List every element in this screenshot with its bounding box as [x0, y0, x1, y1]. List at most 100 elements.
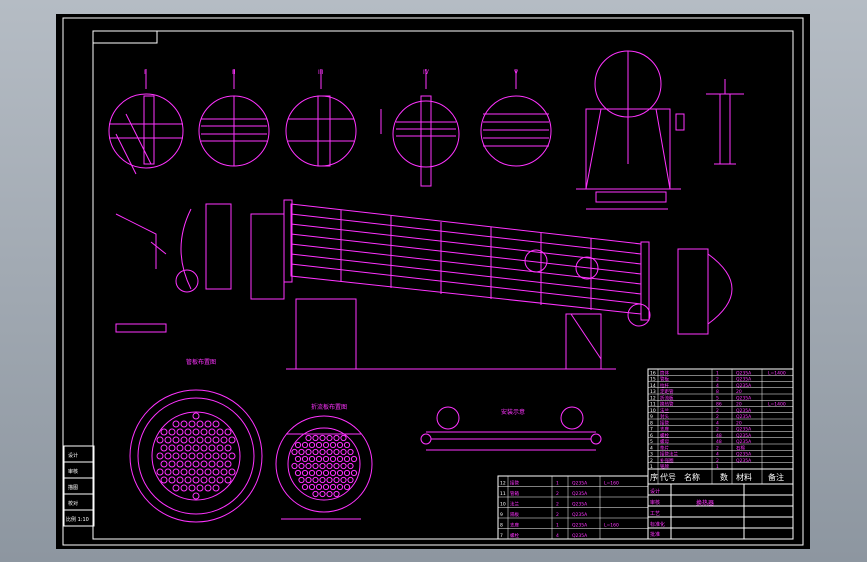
tube-hole: [312, 462, 319, 470]
tube-hole: [333, 476, 340, 484]
tube-sheet-layout: [129, 389, 263, 523]
tube-hole: [192, 492, 200, 500]
tube-hole: [343, 441, 351, 449]
tube-hole: [336, 483, 344, 491]
tube-hole: [228, 468, 236, 476]
saddle-support-view: [576, 50, 681, 210]
low-cell: 1: [556, 481, 559, 487]
detail-view-1: [108, 69, 184, 175]
low-cell: 8: [500, 523, 503, 529]
low-cell: 2: [556, 502, 559, 508]
tube-hole: [192, 460, 200, 468]
tube-hole: [326, 434, 333, 442]
tube-hole: [208, 460, 216, 468]
low-cell: 法兰: [510, 501, 519, 508]
tube-hole: [200, 460, 208, 468]
left-title-strip: 设计 审核 描图 校对 比例 1:10: [63, 445, 95, 527]
tube-hole: [301, 483, 309, 491]
tube-hole: [329, 469, 337, 477]
left-strip-3: 描图: [68, 484, 78, 491]
lower-parts-table: 12 接管 1 Q235A L=160 11 管箱 2 Q235A 10 法兰 2 Q235A 9 隔板 2 Q…: [497, 475, 649, 540]
tube-hole: [322, 469, 330, 477]
tube-hole: [204, 484, 212, 492]
tube-hole: [160, 444, 168, 452]
tube-hole: [196, 484, 204, 492]
tube-hole: [196, 436, 204, 444]
tube-hole: [343, 469, 351, 477]
tube-hole: [200, 476, 208, 484]
tube-hole: [208, 476, 216, 484]
tube-hole: [340, 448, 347, 456]
tube-hole: [208, 444, 216, 452]
bom-head-4: 材料: [736, 472, 752, 482]
tube-hole: [176, 428, 184, 436]
tube-hole: [228, 436, 236, 444]
tube-hole: [172, 452, 180, 460]
title-row-2: 工艺: [650, 511, 660, 517]
low-cell: L=160: [604, 523, 619, 529]
tube-hole: [176, 460, 184, 468]
tube-hole: [228, 452, 236, 460]
tube-hole: [315, 483, 323, 491]
tube-hole: [312, 490, 319, 498]
tube-hole: [315, 441, 323, 449]
tube-hole: [347, 476, 354, 484]
tube-hole: [298, 462, 305, 470]
tube-hole: [156, 452, 164, 460]
tube-hole: [308, 441, 316, 449]
drawing-canvas[interactable]: 管板布置图 折流板布置图 安装示意 设计 审核 描图 校对 比例 1:10 16…: [56, 14, 810, 549]
low-cell: 12: [500, 481, 506, 487]
tube-hole: [319, 434, 326, 442]
detail-label-3: III: [318, 69, 324, 76]
tube-hole: [168, 428, 176, 436]
low-cell: 螺栓: [510, 532, 519, 539]
tube-hole: [212, 436, 220, 444]
low-cell: Q235A: [572, 502, 588, 508]
detail-label-5: V: [514, 69, 519, 76]
tube-hole: [333, 490, 340, 498]
top-corner-box: [92, 30, 158, 44]
tube-hole: [208, 428, 216, 436]
low-cell: 支座: [510, 522, 519, 529]
tube-hole: [196, 452, 204, 460]
low-cell: 2: [556, 491, 559, 497]
tube-hole: [204, 420, 212, 428]
tube-hole: [322, 441, 330, 449]
tube-hole: [216, 476, 224, 484]
tube-hole: [224, 444, 232, 452]
tube-hole: [160, 460, 168, 468]
tube-hole: [319, 490, 326, 498]
tube-hole: [329, 483, 337, 491]
tube-hole: [188, 484, 196, 492]
left-strip-4: 校对: [68, 500, 78, 507]
tube-hole: [224, 476, 232, 484]
tube-hole: [212, 484, 220, 492]
tube-hole: [216, 444, 224, 452]
tube-hole: [298, 476, 305, 484]
tube-hole: [329, 455, 337, 463]
tube-hole: [298, 448, 305, 456]
tube-hole: [188, 436, 196, 444]
tube-hole: [224, 428, 232, 436]
detail-label-2: II: [232, 69, 236, 76]
detail-view-4: [380, 69, 460, 187]
bom-table: 16 筒体 1 Q235A L=140015 管板 2 Q235A14 拉杆 4 Q235A13 定距…: [647, 368, 794, 485]
tube-hole: [224, 460, 232, 468]
tube-hole: [188, 420, 196, 428]
tube-hole: [156, 436, 164, 444]
low-cell: 9: [500, 512, 503, 518]
tube-hole: [192, 476, 200, 484]
bracket-side-view: [675, 79, 744, 165]
tube-hole: [350, 469, 358, 477]
detail-view-5: [480, 69, 552, 167]
tube-hole: [200, 444, 208, 452]
tube-hole: [329, 441, 337, 449]
tube-hole: [184, 428, 192, 436]
tube-hole: [220, 468, 228, 476]
drawing-title: 换热器: [696, 499, 714, 507]
tube-hole: [200, 428, 208, 436]
low-cell: 11: [500, 491, 506, 497]
tube-hole: [164, 468, 172, 476]
tube-hole: [184, 444, 192, 452]
tube-hole: [204, 436, 212, 444]
